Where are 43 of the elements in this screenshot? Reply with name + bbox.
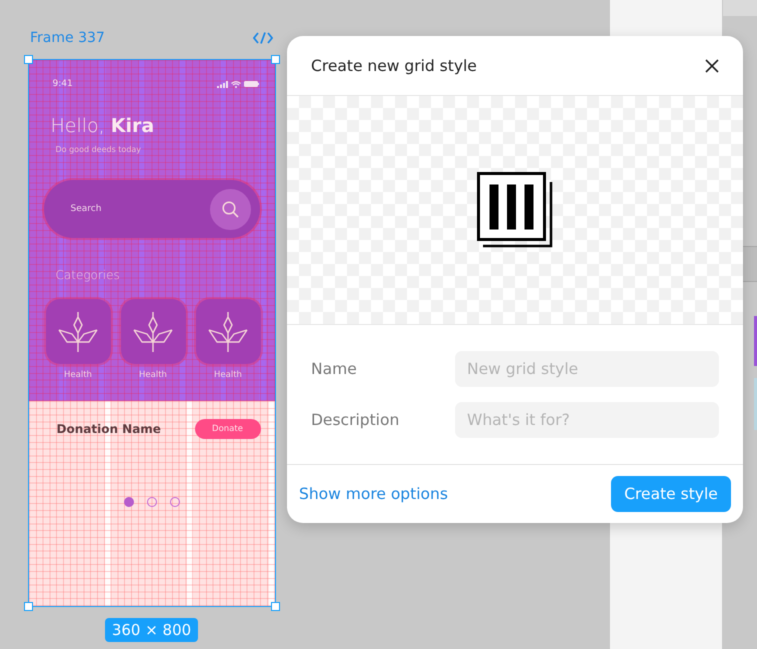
category-label: Health [214,370,242,380]
section-title: Categories [56,268,121,282]
wifi-icon [230,80,240,88]
greeting: Hello, Kira [50,115,156,137]
size-badge: 360 × 800 [104,618,198,642]
field-label: Name [311,360,358,378]
plant-icon [207,310,249,352]
category-label: Health [64,370,92,380]
text-field[interactable]: What's it for? [455,402,719,438]
field-label: Description [311,411,400,429]
search-button[interactable] [210,188,250,230]
text-field[interactable]: New grid style [455,351,719,387]
category-label: Health [139,370,167,380]
search-icon [222,200,238,218]
color-strip [754,316,757,366]
panel-header [723,0,757,16]
resize-handle[interactable] [24,55,32,64]
status-time: 9:41 [52,79,73,89]
close-button[interactable] [703,56,721,74]
create-button[interactable]: Create style [611,476,731,512]
battery-icon [244,81,258,87]
code-icon[interactable] [253,32,273,44]
resize-handle[interactable] [270,602,280,611]
greeting-subtitle: Do good deeds today [56,145,142,154]
plant-icon [57,310,99,352]
resize-handle[interactable] [270,55,280,64]
pager-dot-icon[interactable] [146,497,156,507]
donation-title: Donation Name [56,422,161,436]
signal-icon [216,80,228,88]
search-field[interactable]: Search [70,200,190,218]
pager-dot-icon[interactable] [170,497,180,507]
more-options-link[interactable]: Show more options [299,485,448,503]
category-tile[interactable] [196,299,260,364]
frame-label[interactable]: Frame 337 [30,30,105,46]
category-tile[interactable] [120,299,186,364]
dialog-title: Create new grid style [311,56,477,74]
close-icon [705,58,719,72]
resize-handle[interactable] [24,602,32,611]
pager-dot-icon[interactable] [124,497,134,507]
donate-button[interactable]: Donate [194,419,260,439]
plant-icon [132,310,174,352]
grid-style-icon [477,172,553,248]
category-tile[interactable] [46,299,110,364]
